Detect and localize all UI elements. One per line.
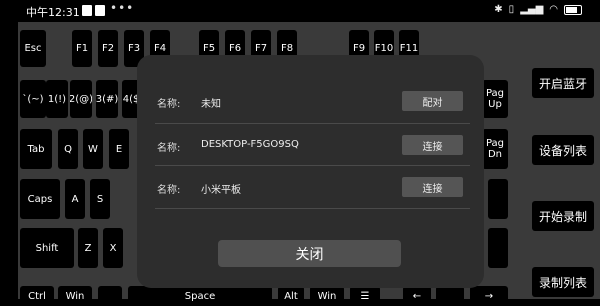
open-bluetooth-button[interactable]: 开启蓝牙 — [532, 68, 594, 98]
key-blank[interactable] — [488, 179, 508, 219]
key-tab[interactable]: Tab — [20, 129, 52, 169]
vibrate-icon: ▯ — [508, 4, 515, 15]
device-row: 名称: 小米平板 连接 — [155, 167, 470, 209]
key-ctrl[interactable]: Ctrl — [20, 286, 54, 306]
wifi-icon: ◠ — [549, 4, 558, 15]
key-w[interactable]: W — [83, 129, 103, 169]
recording-list-button[interactable]: 录制列表 — [532, 267, 594, 297]
key-e[interactable]: E — [109, 129, 129, 169]
key-z[interactable]: Z — [78, 228, 98, 268]
device-name: DESKTOP-F5GO9SQ — [201, 139, 299, 150]
key-page-up[interactable]: Pag Up — [482, 80, 508, 118]
start-recording-button[interactable]: 开始录制 — [532, 201, 594, 231]
close-button[interactable]: 关闭 — [218, 240, 401, 267]
device-name: 小米平板 — [201, 185, 241, 196]
key-space[interactable]: Space — [128, 286, 272, 306]
signal-icon: ▂▄▆ — [520, 4, 544, 15]
device-row: 名称: DESKTOP-F5GO9SQ 连接 — [155, 125, 470, 167]
device-list-dialog: 名称: 未知 配对 名称: DESKTOP-F5GO9SQ 连接 名称: 小米平… — [137, 55, 484, 288]
device-name-label: 名称: — [157, 185, 181, 196]
device-list-button[interactable]: 设备列表 — [532, 135, 594, 165]
key-2[interactable]: 2(@) — [70, 80, 92, 118]
device-name-label: 名称: — [157, 99, 181, 110]
key-s[interactable]: S — [90, 179, 110, 219]
device-name: 未知 — [201, 99, 221, 110]
key-win-right[interactable]: Win — [310, 286, 344, 306]
divider — [155, 165, 470, 166]
notification-icon — [95, 5, 105, 16]
connect-button[interactable]: 连接 — [402, 135, 463, 155]
divider — [155, 208, 470, 209]
key-1[interactable]: 1(!) — [46, 80, 68, 118]
key-win[interactable]: Win — [58, 286, 92, 306]
side-panel: 开启蓝牙 设备列表 开始录制 录制列表 — [524, 22, 600, 299]
key-shift[interactable]: Shift — [20, 228, 74, 268]
key-3[interactable]: 3(#) — [96, 80, 118, 118]
key-f1[interactable]: F1 — [72, 30, 92, 67]
key-f2[interactable]: F2 — [98, 30, 118, 67]
key-x[interactable]: X — [103, 228, 123, 268]
status-icons: ✱ ▯ ▂▄▆ ◠ — [494, 4, 582, 15]
divider — [155, 123, 470, 124]
key-down-arrow[interactable] — [436, 286, 464, 306]
more-notifications-icon: ••• — [110, 1, 135, 15]
key-alt-right[interactable]: Alt — [278, 286, 304, 306]
key-caps-lock[interactable]: Caps — [20, 179, 60, 219]
pair-button[interactable]: 配对 — [402, 91, 463, 111]
connect-button[interactable]: 连接 — [402, 177, 463, 197]
notification-icon — [82, 5, 92, 16]
key-q[interactable]: Q — [58, 129, 78, 169]
status-bar: 中午12:31 ••• ✱ ▯ ▂▄▆ ◠ — [0, 0, 600, 22]
key-tilde[interactable]: `(~) — [20, 80, 46, 118]
key-left-arrow[interactable]: ← — [403, 286, 431, 306]
device-row: 名称: 未知 配对 — [155, 81, 470, 123]
key-blank[interactable] — [488, 228, 508, 268]
key-alt[interactable] — [98, 286, 122, 306]
key-right-arrow[interactable]: → — [470, 286, 508, 306]
status-time: 中午12:31 — [26, 6, 80, 19]
key-menu[interactable]: ☰ — [350, 286, 380, 306]
key-esc[interactable]: Esc — [20, 30, 46, 67]
battery-icon — [564, 4, 582, 15]
key-page-down[interactable]: Pag Dn — [482, 129, 508, 169]
bluetooth-icon: ✱ — [494, 4, 503, 15]
key-a[interactable]: A — [65, 179, 85, 219]
device-name-label: 名称: — [157, 143, 181, 154]
